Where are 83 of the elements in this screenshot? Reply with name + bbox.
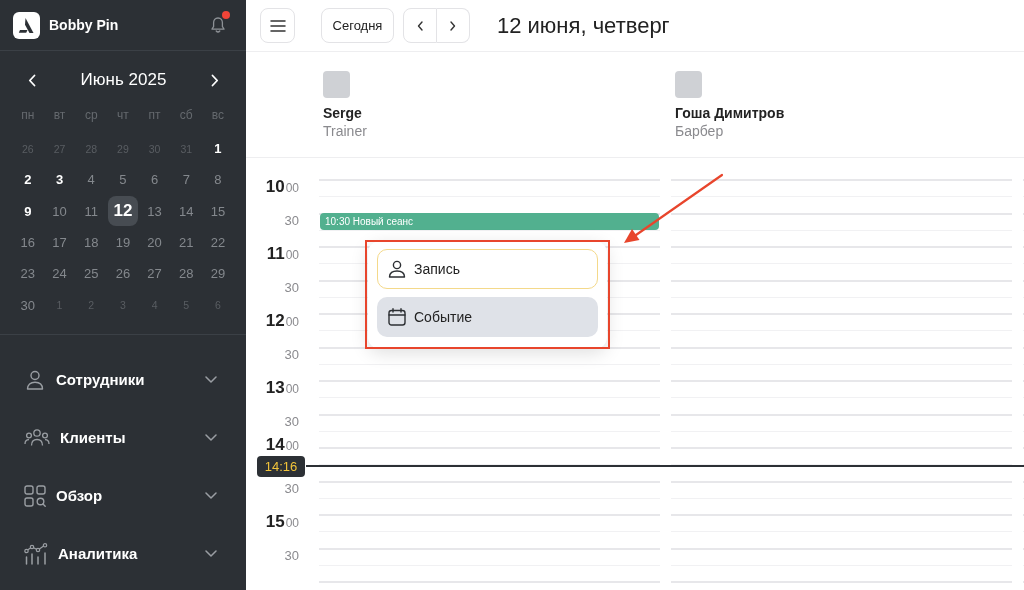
staff-name: Гоша Димитров [675, 104, 785, 122]
calendar-day[interactable]: 16 [12, 227, 43, 258]
half-hour-label: 30 [284, 212, 299, 229]
grid-search-icon [24, 484, 46, 507]
brand-name: Bobby Pin [49, 17, 119, 33]
calendar-day[interactable]: 5 [107, 164, 138, 195]
hour-label: 1300 [265, 380, 299, 397]
nav-item[interactable]: Сотрудники [56, 371, 145, 389]
calendar-day[interactable]: 13 [139, 196, 170, 227]
chevron-down-icon[interactable] [205, 434, 217, 442]
calendar-day[interactable]: 29 [202, 258, 233, 289]
calendar-day[interactable]: 26 [107, 258, 138, 289]
chevron-down-icon[interactable] [205, 550, 217, 558]
chevron-down-icon[interactable] [205, 376, 217, 384]
people-group-icon [24, 426, 50, 449]
weekday-label: вс [210, 108, 226, 122]
calendar-day[interactable]: 15 [202, 196, 233, 227]
hour-label: 1500 [265, 514, 299, 531]
chevron-left-icon[interactable] [28, 73, 36, 87]
calendar-day[interactable]: 30 [12, 290, 43, 321]
calendar-day[interactable]: 18 [76, 227, 107, 258]
calendar-day[interactable]: 17 [44, 227, 75, 258]
calendar-day[interactable]: 28 [171, 258, 202, 289]
calendar-day[interactable]: 8 [202, 164, 233, 195]
calendar-day[interactable]: 7 [171, 164, 202, 195]
hour-label: 1200 [265, 313, 299, 330]
appointment-event[interactable]: 10:30 Новый сеанс [320, 212, 659, 230]
half-hour-label: 30 [284, 547, 299, 564]
chevron-right-icon [450, 20, 456, 31]
current-time-label: 14:16 [257, 456, 305, 477]
calendar-day[interactable]: 24 [44, 258, 75, 289]
half-hour-label: 30 [284, 279, 299, 296]
person-icon [388, 260, 406, 278]
weekday-label: пн [20, 108, 36, 122]
half-hour-label: 30 [284, 346, 299, 363]
today-button[interactable]: Сегодня [321, 8, 394, 43]
hour-label: 1400 [265, 437, 299, 454]
chevron-left-icon [417, 20, 423, 31]
staff-role: Барбер [675, 122, 724, 140]
calendar-day[interactable]: 9 [12, 196, 43, 227]
calendar-day[interactable]: 4 [76, 164, 107, 195]
chevron-down-icon[interactable] [205, 492, 217, 500]
nav-item[interactable]: Клиенты [60, 429, 126, 447]
menu-icon [269, 19, 286, 32]
nav-item[interactable]: Аналитика [58, 545, 138, 563]
hour-label: 1000 [265, 179, 299, 196]
half-hour-label: 30 [284, 413, 299, 430]
chevron-right-icon[interactable] [211, 73, 219, 87]
weekday-label: ср [83, 108, 99, 122]
bell-icon[interactable] [210, 16, 226, 34]
calendar-day[interactable]: 2 [12, 164, 43, 195]
calendar-day[interactable]: 6 [139, 164, 170, 195]
calendar-day[interactable]: 1 [202, 133, 233, 164]
staff-role: Trainer [323, 122, 367, 140]
calendar-day[interactable]: 25 [76, 258, 107, 289]
calendar-day[interactable]: 12 [107, 196, 138, 227]
photo-placeholder [675, 71, 702, 98]
menu-item[interactable]: Запись [377, 249, 598, 289]
calendar-day[interactable]: 27 [139, 258, 170, 289]
calendar-day[interactable]: 14 [171, 196, 202, 227]
hour-label: 1100 [266, 246, 299, 263]
month-title: Июнь 2025 [79, 70, 168, 90]
logo-icon [13, 11, 40, 39]
menu-item[interactable]: Событие [377, 297, 598, 337]
photo-placeholder [323, 71, 350, 98]
calendar-day[interactable]: 22 [202, 227, 233, 258]
person-icon [24, 368, 46, 391]
calendar-day[interactable]: 20 [139, 227, 170, 258]
half-hour-label: 30 [284, 480, 299, 497]
weekday-label: сб [178, 108, 194, 122]
calendar-day[interactable]: 19 [107, 227, 138, 258]
nav-item[interactable]: Обзор [56, 487, 103, 505]
date-title: 12 июня, четверг [497, 12, 670, 39]
staff-name: Serge [323, 104, 362, 122]
calendar-day[interactable]: 21 [171, 227, 202, 258]
calendar-day[interactable]: 11 [76, 196, 107, 227]
calendar-day[interactable]: 23 [12, 258, 43, 289]
calendar-day[interactable]: 3 [44, 164, 75, 195]
menu-button[interactable] [260, 8, 295, 43]
calendar-icon [388, 308, 406, 326]
analytics-icon [24, 542, 48, 565]
calendar-day[interactable]: 10 [44, 196, 75, 227]
weekday-label: вт [52, 108, 67, 122]
